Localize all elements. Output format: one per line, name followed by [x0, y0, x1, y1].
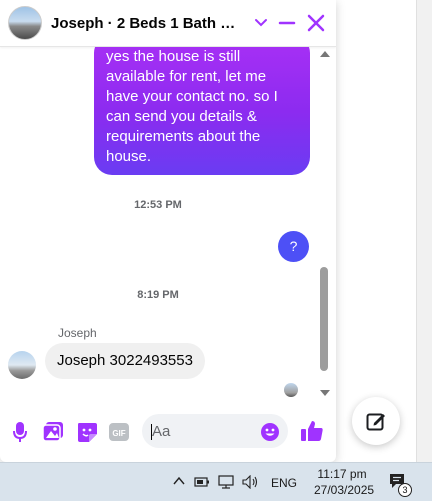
emoji-icon[interactable] — [260, 422, 280, 442]
seen-indicator-avatar — [284, 383, 298, 397]
clock[interactable]: 11:17 pm 27/03/2025 — [314, 466, 375, 498]
incoming-message-bubble[interactable]: Joseph 3022493553 — [45, 343, 205, 379]
image-icon[interactable] — [42, 421, 64, 443]
sticker-icon[interactable] — [76, 421, 98, 443]
chat-scrollbar[interactable] — [316, 47, 334, 402]
new-message-button[interactable] — [352, 397, 400, 445]
chevron-down-icon[interactable] — [254, 11, 268, 35]
clock-time: 11:17 pm — [317, 467, 367, 481]
speaker-icon[interactable] — [242, 475, 260, 489]
message-list[interactable]: yes the house is still available for ren… — [0, 47, 316, 402]
microphone-icon[interactable] — [12, 421, 28, 443]
scroll-down-arrow[interactable] — [320, 390, 330, 396]
outgoing-message-bubble[interactable]: yes the house is still available for ren… — [94, 47, 310, 175]
text-cursor — [151, 424, 152, 440]
sender-avatar[interactable] — [8, 351, 36, 379]
page-scrollbar[interactable] — [416, 0, 432, 462]
clock-date: 27/03/2025 — [314, 483, 375, 497]
outgoing-message-bubble[interactable]: ? — [278, 231, 309, 262]
network-icon[interactable] — [218, 475, 234, 489]
composer: GIF — [0, 407, 336, 457]
scroll-thumb[interactable] — [320, 267, 328, 371]
timestamp: 8:19 PM — [137, 289, 179, 301]
chat-title[interactable]: Joseph · 2 Beds 1 Bath Ho… — [51, 15, 241, 32]
svg-text:GIF: GIF — [112, 429, 125, 438]
compose-icon — [366, 413, 385, 431]
minimize-icon[interactable] — [278, 11, 296, 35]
chevron-up-icon[interactable] — [172, 475, 186, 487]
contact-avatar[interactable] — [8, 6, 42, 40]
battery-icon[interactable] — [194, 476, 210, 488]
close-icon[interactable] — [306, 11, 326, 35]
chat-header: Joseph · 2 Beds 1 Bath Ho… — [0, 0, 336, 47]
scroll-up-arrow[interactable] — [320, 51, 330, 57]
timestamp: 12:53 PM — [134, 199, 182, 211]
chat-window: Joseph · 2 Beds 1 Bath Ho… yes the house… — [0, 0, 336, 462]
sender-name: Joseph — [58, 326, 97, 340]
thumbs-up-icon[interactable] — [300, 419, 324, 443]
windows-taskbar: ENG 11:17 pm 27/03/2025 3 — [0, 462, 432, 501]
notification-badge: 3 — [398, 483, 412, 497]
gif-icon[interactable]: GIF — [108, 421, 130, 443]
language-indicator[interactable]: ENG — [271, 476, 297, 490]
